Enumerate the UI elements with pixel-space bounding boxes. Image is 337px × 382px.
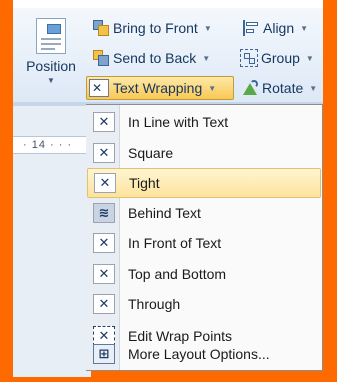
menu-item-label: Square — [128, 145, 174, 161]
menu-item-through[interactable]: ✕ Through — [87, 289, 321, 319]
align-button[interactable]: Align ▼ — [242, 17, 308, 39]
menu-item-label: In Front of Text — [128, 235, 222, 251]
send-to-back-button[interactable]: Send to Back ▼ — [92, 47, 210, 69]
tight-wrap-icon: ✕ — [94, 173, 116, 193]
menu-item-behind-text[interactable]: ≋ Behind Text — [87, 198, 321, 228]
group-icon — [240, 49, 258, 67]
rotate-icon — [241, 79, 259, 97]
chevron-down-icon: ▼ — [208, 83, 217, 93]
chevron-down-icon: ▼ — [47, 76, 55, 85]
layout-options-icon: ⊞ — [93, 344, 115, 364]
chevron-down-icon: ▼ — [309, 83, 318, 93]
menu-item-top-and-bottom[interactable]: ✕ Top and Bottom — [87, 259, 321, 289]
bring-to-front-icon — [92, 19, 110, 37]
send-to-back-label: Send to Back — [113, 50, 197, 66]
group-button[interactable]: Group ▼ — [240, 47, 314, 69]
inline-wrap-icon: ✕ — [93, 112, 115, 132]
highlight-frame-top-left — [0, 0, 13, 8]
position-icon — [36, 18, 66, 54]
chevron-down-icon: ▼ — [300, 23, 309, 33]
highlight-frame-right — [323, 0, 337, 382]
text-wrapping-icon: ✕ — [89, 79, 109, 97]
send-to-back-icon — [92, 49, 110, 67]
in-front-text-icon: ✕ — [93, 233, 115, 253]
position-label: Position — [26, 58, 76, 74]
menu-item-more-layout-options[interactable]: ⊞ More Layout Options... — [87, 340, 321, 368]
top-bottom-wrap-icon: ✕ — [93, 264, 115, 284]
menu-item-label: More Layout Options... — [128, 346, 270, 362]
text-wrapping-button[interactable]: ✕ Text Wrapping ▼ — [86, 76, 234, 100]
behind-text-icon: ≋ — [93, 203, 115, 223]
bring-to-front-label: Bring to Front — [113, 20, 198, 36]
rotate-label: Rotate — [262, 80, 304, 96]
menu-item-in-line-with-text[interactable]: ✕ In Line with Text — [87, 107, 321, 137]
align-icon — [242, 19, 260, 37]
highlight-frame-left — [0, 0, 13, 382]
menu-item-in-front-of-text[interactable]: ✕ In Front of Text — [87, 228, 321, 258]
chevron-down-icon: ▼ — [203, 23, 212, 33]
chevron-down-icon: ▼ — [305, 53, 314, 63]
through-wrap-icon: ✕ — [93, 294, 115, 314]
menu-item-square[interactable]: ✕ Square — [87, 138, 321, 168]
horizontal-ruler: · 14 · · · — [13, 136, 91, 154]
chevron-down-icon: ▼ — [202, 53, 211, 63]
menu-item-label: Tight — [129, 175, 160, 191]
menu-item-tight[interactable]: ✕ Tight — [87, 168, 321, 198]
menu-item-label: Through — [128, 296, 181, 312]
menu-item-label: In Line with Text — [128, 114, 229, 130]
align-label: Align — [263, 20, 295, 36]
position-button[interactable]: Position ▼ — [18, 12, 84, 100]
square-wrap-icon: ✕ — [93, 143, 115, 163]
group-label: Group — [261, 50, 300, 66]
menu-item-label: Top and Bottom — [128, 266, 227, 282]
bring-to-front-button[interactable]: Bring to Front ▼ — [92, 17, 212, 39]
rotate-button[interactable]: Rotate ▼ — [241, 77, 317, 99]
text-wrapping-label: Text Wrapping — [113, 80, 203, 96]
menu-item-label: Behind Text — [128, 205, 201, 221]
